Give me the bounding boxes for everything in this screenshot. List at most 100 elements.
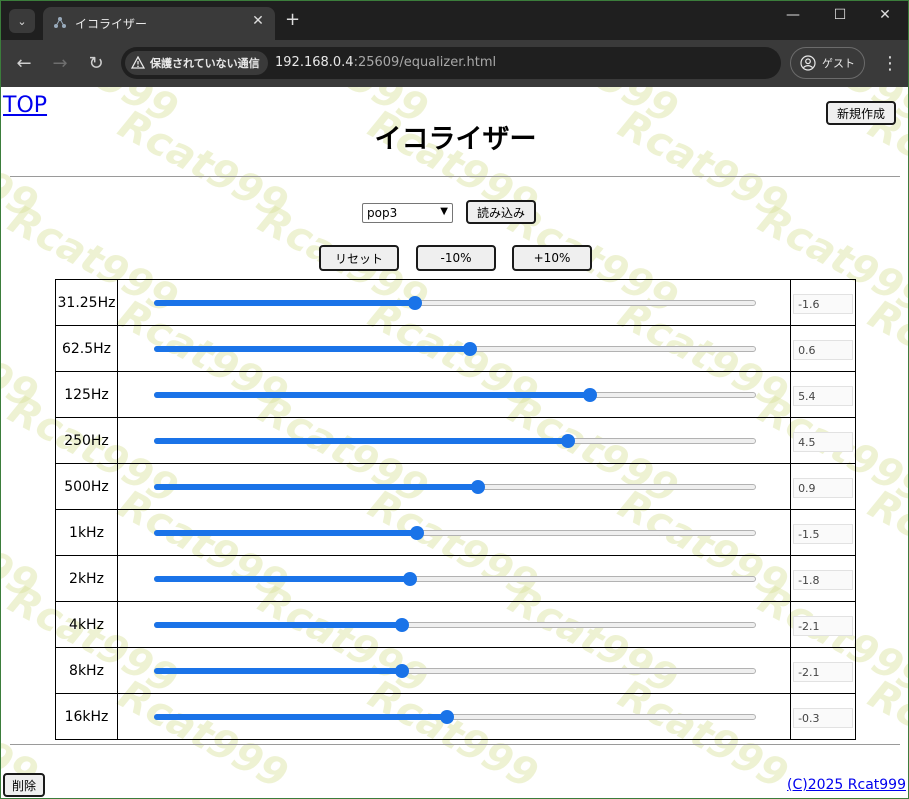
minus-10-button[interactable]: -10% [416,245,496,271]
band-value-field[interactable]: -1.6 [793,294,854,314]
band-slider-thumb[interactable] [407,296,422,310]
url-text[interactable]: 192.168.0.4:25609/equalizer.html [275,55,496,70]
minimize-icon[interactable]: — [778,7,808,23]
band-slider-cell [116,463,792,510]
forward-arrow-icon[interactable]: → [47,50,73,76]
band-row: 500Hz 0.9 [55,463,856,510]
band-value-cell: 4.5 [790,417,856,464]
address-bar[interactable]: 保護されていない通信 192.168.0.4:25609/equalizer.h… [121,47,781,79]
band-frequency-label: 2kHz [55,555,118,602]
band-row: 2kHz -1.8 [55,555,856,602]
band-slider-thumb[interactable] [402,572,417,586]
band-value-field[interactable]: -0.3 [793,708,854,728]
equalizer-table: 31.25Hz -1.6 62.5Hz 0.6 125Hz 5.4 250Hz 4.5 500H… [55,279,856,740]
band-slider-cell [116,647,792,694]
band-frequency-label: 1kHz [55,509,118,556]
preset-select[interactable]: pop3 ▼ [362,203,453,223]
band-value-field[interactable]: 0.6 [793,340,854,360]
band-row: 4kHz -2.1 [55,601,856,648]
divider-bottom [10,744,900,745]
profile-label: ゲスト [822,57,855,70]
band-slider-thumb[interactable] [440,710,455,724]
band-slider-cell [116,509,792,556]
band-frequency-label: 250Hz [55,417,118,464]
band-value-field[interactable]: 5.4 [793,386,854,406]
band-slider-fill [153,714,448,720]
divider-top [10,176,900,177]
band-frequency-label: 16kHz [55,693,118,740]
band-value-field[interactable]: -2.1 [793,662,854,682]
watermark-text: Rcat999 [860,291,908,419]
band-value-field[interactable]: -2.1 [793,616,854,636]
band-value-cell: 5.4 [790,371,856,418]
band-value-cell: -0.3 [790,693,856,740]
watermark-text: Rcat999 [1,291,46,419]
band-slider-thumb[interactable] [463,342,478,356]
band-frequency-label: 500Hz [55,463,118,510]
tab-close-icon[interactable]: ✕ [249,13,267,29]
band-slider-cell [116,371,792,418]
watermark-text: Rcat999 [1,481,46,609]
band-value-cell: 0.6 [790,325,856,372]
band-frequency-label: 31.25Hz [55,279,118,326]
band-frequency-label: 125Hz [55,371,118,418]
load-button[interactable]: 読み込み [466,200,536,224]
chevron-down-icon: ▼ [440,206,448,217]
band-slider-fill [153,484,478,490]
account-icon [800,55,816,71]
band-slider-fill [153,622,403,628]
band-slider-cell [116,279,792,326]
band-row: 62.5Hz 0.6 [55,325,856,372]
plus-10-button[interactable]: +10% [512,245,592,271]
watermark-text: Rcat999 [860,481,908,609]
more-menu-icon[interactable]: ⋮ [879,50,901,76]
url-path: :25609/equalizer.html [353,55,497,70]
reset-button[interactable]: リセット [319,245,399,271]
band-slider-cell [116,601,792,648]
band-value-field[interactable]: 4.5 [793,432,854,452]
page-title: イコライザー [374,124,537,155]
browser-tab[interactable]: イコライザー ✕ [43,7,275,41]
band-value-field[interactable]: -1.5 [793,524,854,544]
delete-button[interactable]: 削除 [3,773,45,797]
band-row: 8kHz -2.1 [55,647,856,694]
maximize-icon[interactable]: ☐ [825,7,855,23]
band-row: 125Hz 5.4 [55,371,856,418]
band-frequency-label: 4kHz [55,601,118,648]
band-slider-thumb[interactable] [395,618,410,632]
band-slider-thumb[interactable] [583,388,598,402]
band-row: 16kHz -0.3 [55,693,856,740]
band-value-cell: -1.8 [790,555,856,602]
band-value-field[interactable]: -1.8 [793,570,854,590]
tab-search-button[interactable]: ⌄ [9,9,35,33]
band-slider-thumb[interactable] [410,526,425,540]
reload-icon[interactable]: ↻ [83,50,109,76]
security-indicator[interactable]: 保護されていない通信 [125,51,268,75]
profile-button[interactable]: ゲスト [790,47,865,79]
band-frequency-label: 8kHz [55,647,118,694]
band-value-cell: -2.1 [790,601,856,648]
band-value-cell: -2.1 [790,647,856,694]
band-slider-fill [153,438,568,444]
top-link[interactable]: TOP [3,93,47,118]
band-slider-thumb[interactable] [470,480,485,494]
new-tab-icon[interactable]: + [285,9,300,30]
chevron-down-icon: ⌄ [17,14,27,28]
band-slider-cell [116,555,792,602]
band-slider-fill [153,668,403,674]
window-close-icon[interactable]: ✕ [870,7,900,23]
band-value-field[interactable]: 0.9 [793,478,854,498]
band-frequency-label: 62.5Hz [55,325,118,372]
preset-selected-value: pop3 [367,206,398,220]
copyright-link[interactable]: (C)2025 Rcat999 [787,777,906,793]
band-slider-thumb[interactable] [395,664,410,678]
band-slider-cell [116,417,792,464]
band-row: 31.25Hz -1.6 [55,279,856,326]
band-value-cell: 0.9 [790,463,856,510]
band-slider-fill [153,346,471,352]
band-slider-cell [116,325,792,372]
tab-title: イコライザー [75,17,148,31]
browser-toolbar: ← → ↻ 保護されていない通信 192.168.0.4:25609/equal… [0,40,909,87]
band-slider-thumb[interactable] [560,434,575,448]
back-arrow-icon[interactable]: ← [11,50,37,76]
